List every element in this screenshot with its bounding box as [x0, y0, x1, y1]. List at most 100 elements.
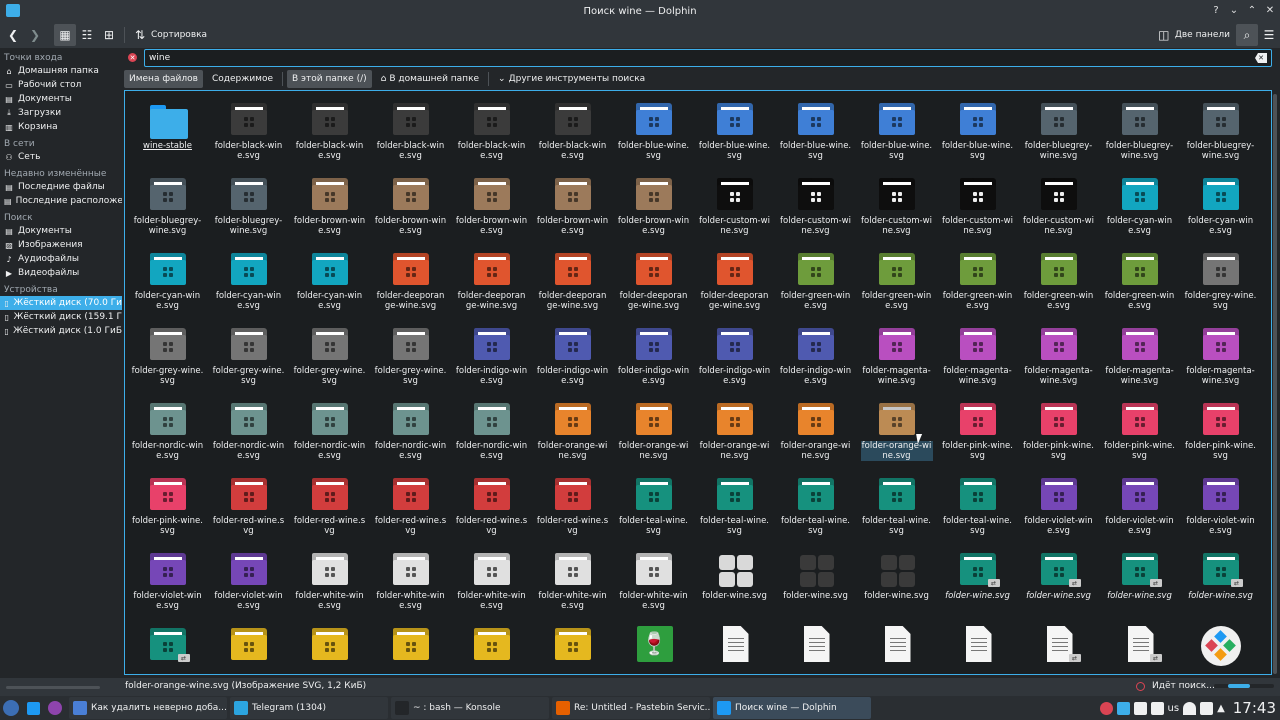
stop-search-icon[interactable]: [1136, 682, 1145, 691]
file-item[interactable]: folder-bluegrey-wine.svg: [1180, 93, 1261, 168]
file-item[interactable]: folder-teal-wine.svg: [856, 468, 937, 543]
file-item[interactable]: folder-nordic-wine.svg: [370, 393, 451, 468]
file-item[interactable]: folder-nordic-wine.svg: [451, 393, 532, 468]
file-item[interactable]: folder-blue-wine.svg: [613, 93, 694, 168]
file-item[interactable]: folder-bluegrey-wine.svg: [127, 168, 208, 243]
file-item[interactable]: ⇄: [127, 618, 208, 674]
file-item[interactable]: folder-red-wine.svg: [370, 468, 451, 543]
file-item[interactable]: folder-orange-wine.svg: [856, 393, 937, 468]
file-item[interactable]: folder-nordic-wine.svg: [208, 393, 289, 468]
split-button[interactable]: Две панели: [1175, 24, 1230, 46]
file-item[interactable]: [937, 618, 1018, 674]
file-item[interactable]: folder-violet-wine.svg: [127, 543, 208, 618]
file-item[interactable]: folder-brown-wine.svg: [613, 168, 694, 243]
file-item[interactable]: [451, 618, 532, 674]
file-item[interactable]: folder-deeporange-wine.svg: [613, 243, 694, 318]
update-icon[interactable]: [1099, 701, 1113, 715]
file-item[interactable]: folder-pink-wine.svg: [1018, 393, 1099, 468]
close-search-icon[interactable]: ✕: [128, 53, 137, 62]
sidebar-item[interactable]: ▭ Рабочий стол: [0, 78, 122, 92]
file-item[interactable]: folder-cyan-wine.svg: [1099, 168, 1180, 243]
search-icon[interactable]: ⌕: [1236, 24, 1258, 46]
scrollbar[interactable]: [1272, 90, 1278, 675]
taskbar-task[interactable]: Re: Untitled - Pastebin Servic...: [552, 697, 710, 719]
file-item[interactable]: wine-stable: [127, 93, 208, 168]
file-item[interactable]: folder-grey-wine.svg: [1180, 243, 1261, 318]
file-item[interactable]: folder-grey-wine.svg: [208, 318, 289, 393]
wifi-icon[interactable]: [1183, 701, 1197, 715]
icons-view-icon[interactable]: ▦: [54, 24, 76, 46]
compact-view-icon[interactable]: ☷: [76, 24, 98, 46]
file-item[interactable]: folder-indigo-wine.svg: [532, 318, 613, 393]
file-item[interactable]: folder-magenta-wine.svg: [1018, 318, 1099, 393]
file-item[interactable]: ⇄ folder-wine.svg: [1099, 543, 1180, 618]
sidebar-item[interactable]: ▤ Последние расположе: [0, 194, 122, 208]
file-item[interactable]: folder-white-wine.svg: [532, 543, 613, 618]
file-item[interactable]: folder-magenta-wine.svg: [937, 318, 1018, 393]
taskbar-task[interactable]: ~ : bash — Konsole: [391, 697, 549, 719]
file-item[interactable]: folder-wine.svg: [775, 543, 856, 618]
file-item[interactable]: folder-blue-wine.svg: [775, 93, 856, 168]
file-item[interactable]: ⇄ folder-wine.svg: [1180, 543, 1261, 618]
file-item[interactable]: folder-wine.svg: [856, 543, 937, 618]
file-item[interactable]: folder-blue-wine.svg: [694, 93, 775, 168]
sidebar-item[interactable]: ▨ Изображения: [0, 238, 122, 252]
sidebar-item[interactable]: ♪ Аудиофайлы: [0, 252, 122, 266]
file-item[interactable]: folder-deeporange-wine.svg: [451, 243, 532, 318]
file-item[interactable]: folder-indigo-wine.svg: [451, 318, 532, 393]
file-item[interactable]: folder-red-wine.svg: [532, 468, 613, 543]
file-item[interactable]: folder-white-wine.svg: [451, 543, 532, 618]
filenames-button[interactable]: Имена файлов: [124, 70, 203, 88]
file-item[interactable]: [532, 618, 613, 674]
file-item[interactable]: folder-magenta-wine.svg: [1180, 318, 1261, 393]
sidebar-item[interactable]: ▤ Документы: [0, 224, 122, 238]
home-folder-button[interactable]: ⌂ В домашней папке: [376, 70, 484, 88]
file-item[interactable]: folder-bluegrey-wine.svg: [1018, 93, 1099, 168]
sidebar-item[interactable]: ▶ Видеофайлы: [0, 266, 122, 280]
sort-button[interactable]: Сортировка: [151, 24, 207, 46]
this-folder-button[interactable]: В этой папке (/): [287, 70, 372, 88]
sidebar-item[interactable]: ⌂ Домашняя папка: [0, 64, 122, 78]
sidebar-item[interactable]: ▤ Документы: [0, 92, 122, 106]
file-item[interactable]: folder-cyan-wine.svg: [208, 243, 289, 318]
file-item[interactable]: folder-magenta-wine.svg: [1099, 318, 1180, 393]
content-button[interactable]: Содержимое: [207, 70, 278, 88]
file-item[interactable]: folder-grey-wine.svg: [127, 318, 208, 393]
file-item[interactable]: folder-black-wine.svg: [451, 93, 532, 168]
file-item[interactable]: folder-brown-wine.svg: [451, 168, 532, 243]
back-icon[interactable]: ❮: [2, 24, 24, 46]
file-item[interactable]: folder-indigo-wine.svg: [694, 318, 775, 393]
mail-icon[interactable]: [1116, 701, 1130, 715]
file-item[interactable]: folder-red-wine.svg: [289, 468, 370, 543]
file-item[interactable]: [856, 618, 937, 674]
file-item[interactable]: [208, 618, 289, 674]
sidebar-item[interactable]: ▯ Жёсткий диск (70.0 Ги: [0, 296, 122, 310]
file-item[interactable]: ⇄: [1099, 618, 1180, 674]
file-item[interactable]: folder-teal-wine.svg: [694, 468, 775, 543]
file-item[interactable]: folder-blue-wine.svg: [937, 93, 1018, 168]
file-item[interactable]: folder-deeporange-wine.svg: [532, 243, 613, 318]
minimize-icon[interactable]: ⌄: [1228, 3, 1240, 17]
file-item[interactable]: folder-pink-wine.svg: [1180, 393, 1261, 468]
file-item[interactable]: folder-custom-wine.svg: [694, 168, 775, 243]
file-item[interactable]: folder-deeporange-wine.svg: [694, 243, 775, 318]
file-item[interactable]: folder-orange-wine.svg: [613, 393, 694, 468]
help-icon[interactable]: ?: [1210, 3, 1222, 17]
file-item[interactable]: folder-orange-wine.svg: [775, 393, 856, 468]
file-item[interactable]: folder-indigo-wine.svg: [775, 318, 856, 393]
file-item[interactable]: folder-magenta-wine.svg: [856, 318, 937, 393]
file-item[interactable]: folder-white-wine.svg: [289, 543, 370, 618]
file-item[interactable]: folder-blue-wine.svg: [856, 93, 937, 168]
file-item[interactable]: folder-teal-wine.svg: [775, 468, 856, 543]
file-item[interactable]: folder-nordic-wine.svg: [289, 393, 370, 468]
scrollbar-thumb[interactable]: [1273, 94, 1277, 674]
keyboard-layout[interactable]: us: [1168, 703, 1180, 714]
clear-text-icon[interactable]: ✕: [1255, 53, 1267, 63]
file-item[interactable]: folder-bluegrey-wine.svg: [1099, 93, 1180, 168]
file-item[interactable]: folder-black-wine.svg: [370, 93, 451, 168]
file-item[interactable]: folder-violet-wine.svg: [1180, 468, 1261, 543]
search-input[interactable]: wine ✕: [144, 49, 1272, 67]
app-launcher-icon[interactable]: [0, 697, 22, 719]
file-item[interactable]: ⇄ folder-wine.svg: [937, 543, 1018, 618]
file-item[interactable]: folder-orange-wine.svg: [694, 393, 775, 468]
